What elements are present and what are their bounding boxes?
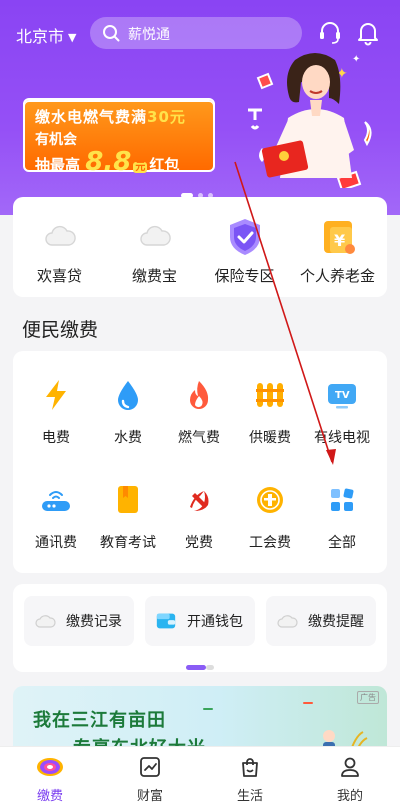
- promo-line2: 有机会: [35, 132, 77, 148]
- service-open-wallet[interactable]: 开通钱包: [145, 596, 255, 646]
- tab-life[interactable]: 生活: [200, 755, 300, 804]
- tab-label: 生活: [236, 789, 263, 804]
- services-card: 缴费记录 开通钱包 缴费提醒: [13, 584, 387, 672]
- shopping-bag-icon: [242, 758, 258, 777]
- tv-icon: TV: [328, 384, 356, 409]
- yuan-coin-icon: ¥: [323, 221, 355, 254]
- payment-water[interactable]: 水费: [91, 377, 165, 447]
- city-selector[interactable]: 北京市 ▼: [16, 23, 76, 47]
- union-badge-icon: [257, 487, 283, 513]
- service-label: 缴费提醒: [308, 614, 364, 630]
- tab-wealth[interactable]: 财富: [100, 755, 200, 804]
- chart-icon: [140, 757, 160, 777]
- pager-dot: [206, 665, 214, 670]
- cloud-placeholder-icon: [35, 615, 56, 628]
- search-placeholder: 薪悦通: [128, 27, 170, 43]
- payment-heating[interactable]: 供暖费: [233, 377, 307, 447]
- city-label: 北京市: [16, 27, 65, 46]
- quick-action-label: 欢喜贷: [36, 267, 82, 285]
- quick-action-huanxidai[interactable]: 欢喜贷: [13, 217, 106, 286]
- grid-all-icon: [331, 488, 354, 511]
- quick-action-label: 保险专区: [214, 267, 275, 285]
- router-icon: [42, 491, 70, 511]
- radiator-icon: [256, 383, 284, 407]
- promo-banner[interactable]: 缴水电燃气费满30元 有机会 抽最高 8.8 元红包: [23, 98, 215, 177]
- promo-line1: 缴水电燃气费满30元: [35, 108, 186, 126]
- notification-bell-icon[interactable]: [355, 20, 381, 46]
- wallet-icon: [156, 613, 176, 629]
- shield-check-icon: [229, 219, 260, 255]
- svg-text:¥: ¥: [334, 231, 345, 250]
- tab-label: 我的: [336, 789, 363, 804]
- customer-service-icon[interactable]: [317, 20, 343, 46]
- payment-gas[interactable]: 燃气费: [162, 377, 236, 447]
- ad-line1: 我在三江有亩田: [33, 710, 166, 731]
- ad-tag: [203, 708, 213, 710]
- quick-action-jiaofeibao[interactable]: 缴费宝: [108, 217, 201, 286]
- service-payment-records[interactable]: 缴费记录: [24, 596, 134, 646]
- quick-actions-card: 欢喜贷 缴费宝 保险专区 ¥ 个人养老金: [13, 197, 387, 297]
- chevron-down-icon: ▼: [68, 31, 77, 44]
- cloud-placeholder-icon: [277, 615, 298, 628]
- pay-logo-icon: [37, 758, 63, 776]
- tab-label: 缴费: [36, 789, 63, 804]
- service-label: 缴费记录: [66, 614, 122, 630]
- payment-label: 有线电视: [314, 430, 370, 446]
- water-drop-icon: [118, 381, 138, 410]
- search-bar[interactable]: 薪悦通: [90, 17, 302, 49]
- cloud-placeholder-icon: [44, 225, 76, 246]
- payment-education-exam[interactable]: 教育考试: [91, 482, 165, 552]
- payment-label: 水费: [114, 430, 142, 446]
- cloud-placeholder-icon: [139, 225, 171, 246]
- payment-party-dues[interactable]: 党费: [162, 482, 236, 552]
- payment-label: 通讯费: [35, 535, 77, 551]
- payment-label: 供暖费: [249, 430, 291, 446]
- payment-electricity[interactable]: 电费: [19, 377, 93, 447]
- payments-grid: 电费 水费 燃气费 供暖费 TV 有线电视 通讯费 教育考试 党费 工会费 全部: [13, 351, 387, 573]
- bottom-tab-bar: 缴费 财富 生活 我的: [0, 746, 400, 806]
- top-bar: 北京市 ▼ 薪悦通: [0, 14, 400, 52]
- ad-badge: 广告: [357, 691, 379, 704]
- payment-label: 燃气费: [178, 430, 220, 446]
- payment-label: 电费: [42, 430, 70, 446]
- svg-text:✦: ✦: [352, 54, 360, 65]
- service-payment-reminder[interactable]: 缴费提醒: [266, 596, 376, 646]
- service-label: 开通钱包: [187, 614, 243, 630]
- payment-telecom[interactable]: 通讯费: [19, 482, 93, 552]
- lightning-icon: [46, 380, 66, 410]
- search-icon: [103, 25, 120, 42]
- payment-label: 全部: [328, 535, 356, 551]
- quick-action-pension[interactable]: ¥ 个人养老金: [291, 217, 384, 286]
- ad-tag: [303, 702, 313, 704]
- tab-pay[interactable]: 缴费: [0, 755, 100, 804]
- section-title: 便民缴费: [22, 319, 99, 341]
- payment-union-dues[interactable]: 工会费: [233, 482, 307, 552]
- quick-action-label: 个人养老金: [299, 267, 375, 285]
- payment-cable-tv[interactable]: TV 有线电视: [305, 377, 379, 447]
- services-pager: [186, 655, 214, 674]
- header-hero: 北京市 ▼ 薪悦通 缴水电燃气费满30元 有机会 抽最高 8.8 元红包 ✦ ✦: [0, 0, 400, 215]
- payment-label: 党费: [185, 535, 213, 551]
- book-icon: [118, 486, 138, 513]
- pager-dot: [186, 665, 206, 670]
- svg-text:TV: TV: [335, 390, 350, 401]
- quick-action-label: 缴费宝: [131, 267, 177, 285]
- quick-action-insurance[interactable]: 保险专区: [198, 217, 291, 286]
- tab-mine[interactable]: 我的: [300, 755, 400, 804]
- flame-icon: [190, 381, 209, 409]
- person-icon: [341, 757, 359, 777]
- payment-all[interactable]: 全部: [305, 482, 379, 552]
- promo-line3: 抽最高 8.8 元红包: [35, 147, 180, 177]
- payment-label: 教育考试: [100, 535, 156, 551]
- tab-label: 财富: [136, 789, 163, 804]
- payment-label: 工会费: [249, 535, 291, 551]
- promo-illustration: ✦ ✦: [248, 53, 372, 188]
- party-emblem-icon: [190, 491, 209, 511]
